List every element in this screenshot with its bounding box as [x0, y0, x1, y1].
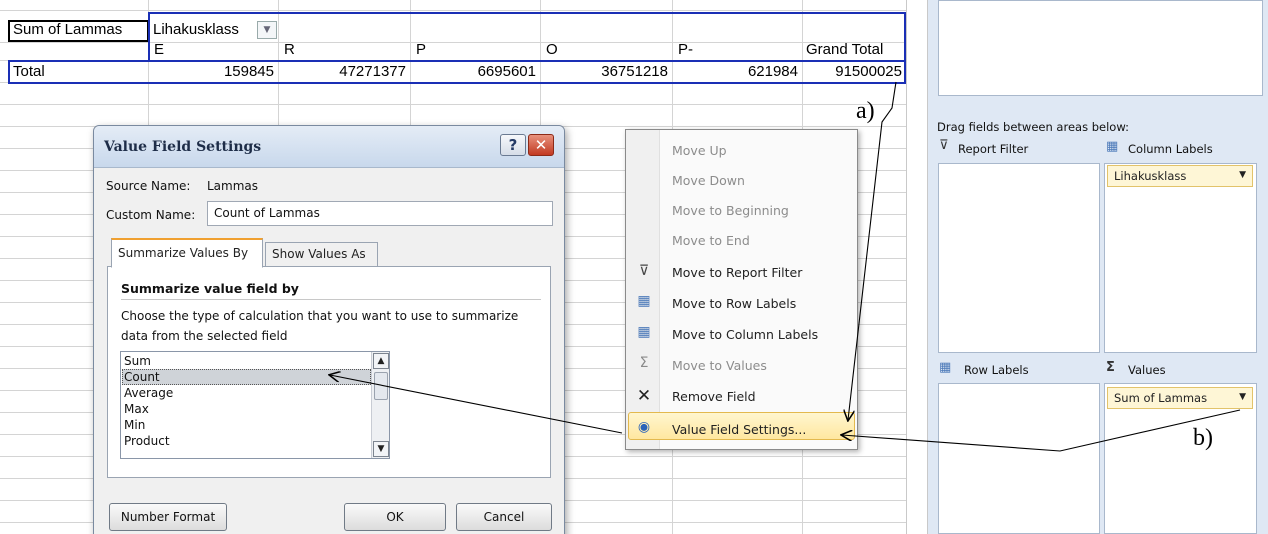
arrow-menu-to-count	[330, 375, 623, 434]
annotation-a: a)	[856, 98, 875, 124]
screenshot-stage: Sum of Lammas Lihakusklass ▼ E R P O P- …	[0, 0, 1268, 534]
arrow-b-to-menu	[842, 409, 1241, 452]
arrow-a-to-menu	[848, 81, 897, 420]
annotation-arrows	[0, 81, 1241, 452]
annotation-b: b)	[1193, 425, 1213, 451]
